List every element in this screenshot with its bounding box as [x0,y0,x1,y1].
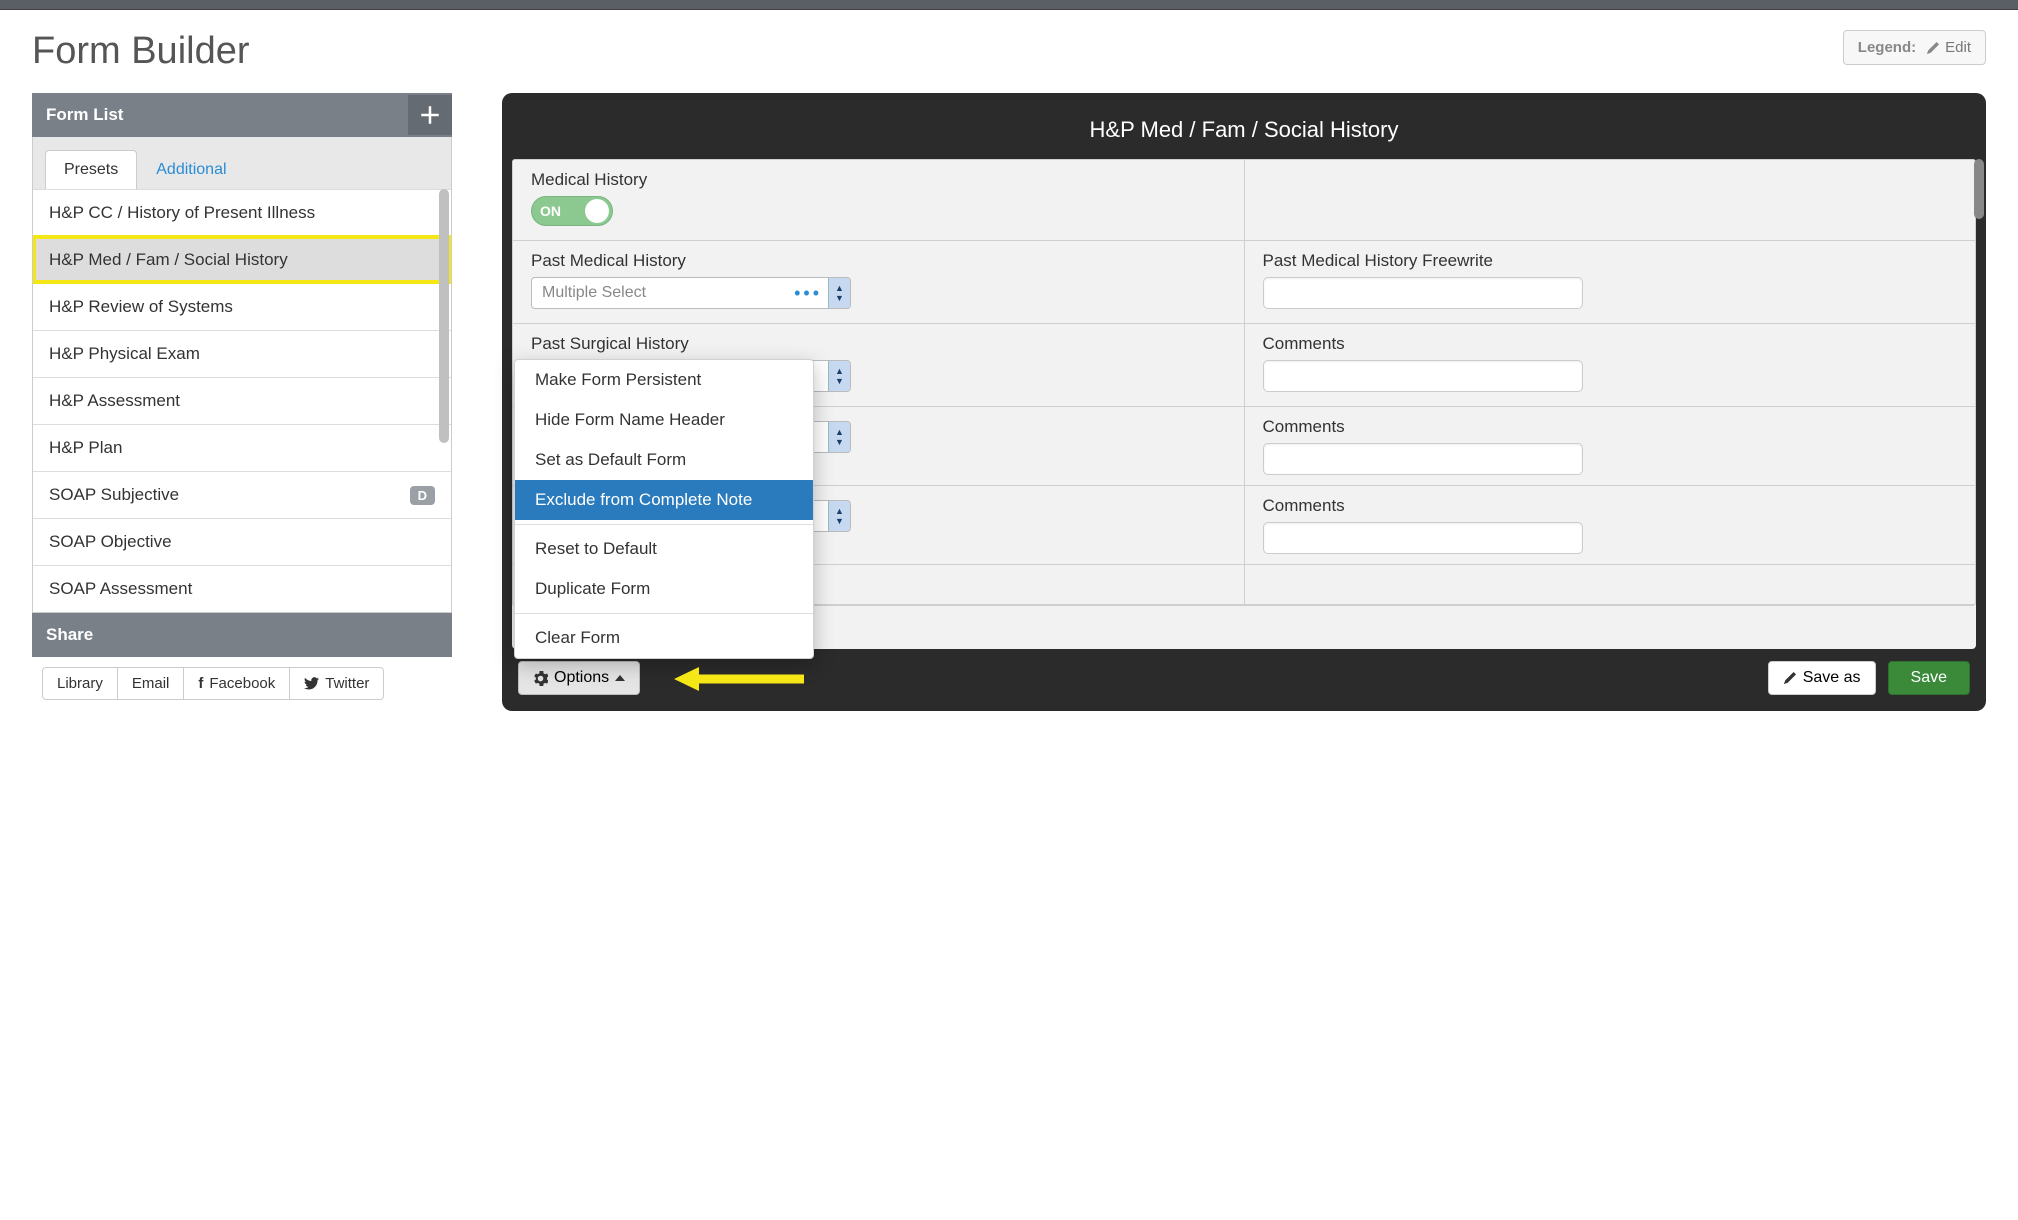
pencil-icon [1783,671,1797,685]
list-item[interactable]: H&P CC / History of Present Illness [33,189,451,236]
share-email-button[interactable]: Email [118,667,185,700]
menu-set-default[interactable]: Set as Default Form [515,440,813,480]
menu-separator [515,524,813,525]
menu-separator [515,613,813,614]
chevron-up-down-icon: ▲▼ [828,361,850,391]
caret-up-icon [615,675,625,681]
menu-duplicate[interactable]: Duplicate Form [515,569,813,609]
save-button[interactable]: Save [1888,661,1970,695]
chevron-up-down-icon: ▲▼ [828,278,850,308]
menu-reset-default[interactable]: Reset to Default [515,529,813,569]
share-library-button[interactable]: Library [42,667,118,700]
past-medical-freewrite-input[interactable] [1263,277,1583,309]
save-as-button[interactable]: Save as [1768,661,1876,695]
list-item[interactable]: H&P Review of Systems [33,283,451,330]
share-title: Share [32,613,452,657]
menu-hide-header[interactable]: Hide Form Name Header [515,400,813,440]
form-list-title: Form List [46,105,123,125]
share-facebook-button[interactable]: fFacebook [184,667,290,700]
medical-history-label: Medical History [531,170,1226,190]
options-menu: Make Form Persistent Hide Form Name Head… [514,359,814,659]
plus-icon [420,105,440,125]
list-item[interactable]: SOAP Objective [33,518,451,565]
options-button[interactable]: Options [518,661,640,695]
facebook-icon: f [198,675,203,692]
comments-input[interactable] [1263,443,1583,475]
default-badge: D [410,486,435,505]
form-title: H&P Med / Fam / Social History [512,103,1976,159]
list-item[interactable]: SOAP SubjectiveD [33,471,451,518]
list-item[interactable]: H&P Plan [33,424,451,471]
add-form-button[interactable] [408,95,452,135]
list-item[interactable]: SOAP Assessment [33,565,451,612]
chevron-up-down-icon: ▲▼ [828,501,850,531]
page-title: Form Builder [32,30,250,73]
menu-make-persistent[interactable]: Make Form Persistent [515,360,813,400]
app-topbar [0,0,2018,10]
medical-history-toggle[interactable]: ON [531,196,613,226]
tab-presets[interactable]: Presets [45,150,137,189]
form-list-tabs: Presets Additional [33,137,451,189]
menu-clear-form[interactable]: Clear Form [515,618,813,658]
share-buttons: Library Email fFacebook Twitter [32,657,452,710]
legend-edit[interactable]: Edit [1926,39,1971,56]
comments-label: Comments [1263,496,1958,516]
past-medical-label: Past Medical History [531,251,1226,271]
list-item[interactable]: H&P Physical Exam [33,330,451,377]
twitter-icon [304,677,319,690]
chevron-up-down-icon: ▲▼ [828,422,850,452]
scrollbar[interactable] [1974,159,1984,219]
comments-label: Comments [1263,334,1958,354]
legend-label: Legend: [1858,39,1916,56]
form-list-panel: Form List Presets Additional H&P CC / Hi… [32,93,452,710]
comments-input[interactable] [1263,360,1583,392]
gear-icon [533,671,548,686]
list-item[interactable]: H&P Assessment [33,377,451,424]
list-item[interactable]: H&P Med / Fam / Social History [33,236,451,283]
toggle-knob [585,199,609,223]
past-surgical-label: Past Surgical History [531,334,1226,354]
comments-label: Comments [1263,417,1958,437]
past-medical-freewrite-label: Past Medical History Freewrite [1263,251,1958,271]
ellipsis-icon: ••• [794,283,828,304]
share-twitter-button[interactable]: Twitter [290,667,384,700]
legend-box[interactable]: Legend: Edit [1843,30,1986,65]
form-editor-panel: H&P Med / Fam / Social History Medical H… [502,93,1986,711]
tab-additional[interactable]: Additional [137,150,245,189]
pencil-icon [1926,41,1940,55]
menu-exclude-complete-note[interactable]: Exclude from Complete Note [515,480,813,520]
past-medical-select[interactable]: Multiple Select ••• ▲▼ [531,277,851,309]
scrollbar[interactable] [439,189,449,443]
arrow-annotation [674,664,804,697]
comments-input[interactable] [1263,522,1583,554]
